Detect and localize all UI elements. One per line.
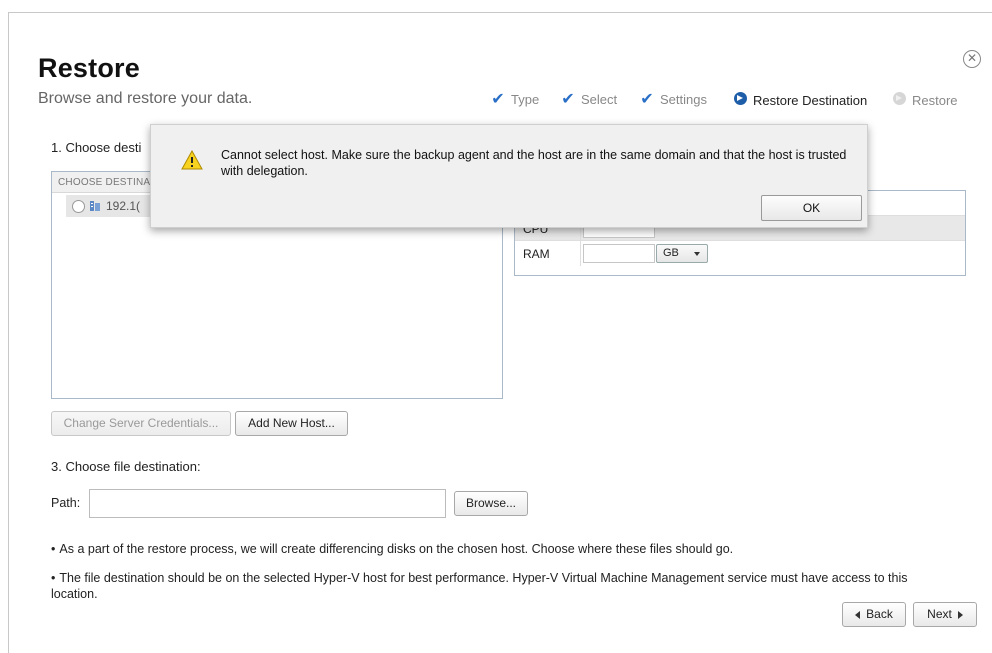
dialog-message: Cannot select host. Make sure the backup…	[221, 148, 847, 178]
ram-unit-select[interactable]: GB	[656, 244, 708, 263]
check-icon: ✔	[491, 90, 505, 108]
ram-input[interactable]	[583, 244, 655, 263]
back-label: Back	[866, 607, 893, 621]
section-3-label: 3. Choose file destination:	[51, 459, 201, 474]
ok-button[interactable]: OK	[761, 195, 862, 221]
step-label: Restore	[912, 92, 958, 108]
page-title: Restore	[38, 53, 140, 83]
browse-button[interactable]: Browse...	[454, 491, 528, 516]
arrow-circle-icon	[891, 92, 907, 108]
chevron-down-icon	[694, 252, 700, 256]
path-label: Path:	[51, 496, 81, 510]
path-input[interactable]	[89, 489, 446, 518]
next-label: Next	[927, 607, 952, 621]
host-name: 192.1(	[106, 199, 141, 213]
check-icon: ✔	[640, 90, 654, 108]
ram-unit-value: GB	[663, 247, 679, 259]
close-icon[interactable]: ✕	[963, 50, 981, 68]
step-label: Settings	[660, 92, 707, 107]
radio-button[interactable]	[72, 199, 85, 213]
resource-row-ram: RAM GB	[515, 241, 965, 266]
step-restore-destination: Restore Destination	[732, 92, 867, 108]
step-type: ✔ Type	[490, 90, 540, 108]
step-restore: Restore	[891, 92, 958, 108]
chevron-right-icon	[957, 610, 963, 619]
ram-label: RAM	[523, 247, 550, 261]
server-icon	[89, 200, 101, 212]
warning-icon	[181, 149, 203, 170]
next-button[interactable]: Next	[913, 602, 977, 627]
step-settings: ✔ Settings	[639, 90, 707, 108]
note-text: As a part of the restore process, we wil…	[59, 542, 734, 556]
arrow-circle-icon	[732, 92, 748, 108]
note-file-destination: • The file destination should be on the s…	[51, 571, 908, 601]
note-text: The file destination should be on the se…	[51, 571, 908, 601]
note-differencing-disks: • As a part of the restore process, we wi…	[51, 542, 734, 556]
back-button[interactable]: Back	[842, 602, 906, 627]
add-new-host-button[interactable]: Add New Host...	[235, 411, 348, 436]
section-1-label: 1. Choose desti	[51, 140, 142, 155]
change-credentials-button[interactable]: Change Server Credentials...	[51, 411, 231, 436]
step-label: Select	[581, 92, 618, 107]
error-dialog: Cannot select host. Make sure the backup…	[150, 124, 868, 228]
step-label: Restore Destination	[753, 92, 868, 108]
step-select: ✔ Select	[560, 90, 618, 108]
check-icon: ✔	[561, 90, 575, 108]
chevron-left-icon	[855, 610, 861, 619]
step-label: Type	[511, 92, 540, 107]
wizard-steps: ✔ Type ✔ Select ✔ Settings Restore Desti…	[0, 90, 992, 110]
